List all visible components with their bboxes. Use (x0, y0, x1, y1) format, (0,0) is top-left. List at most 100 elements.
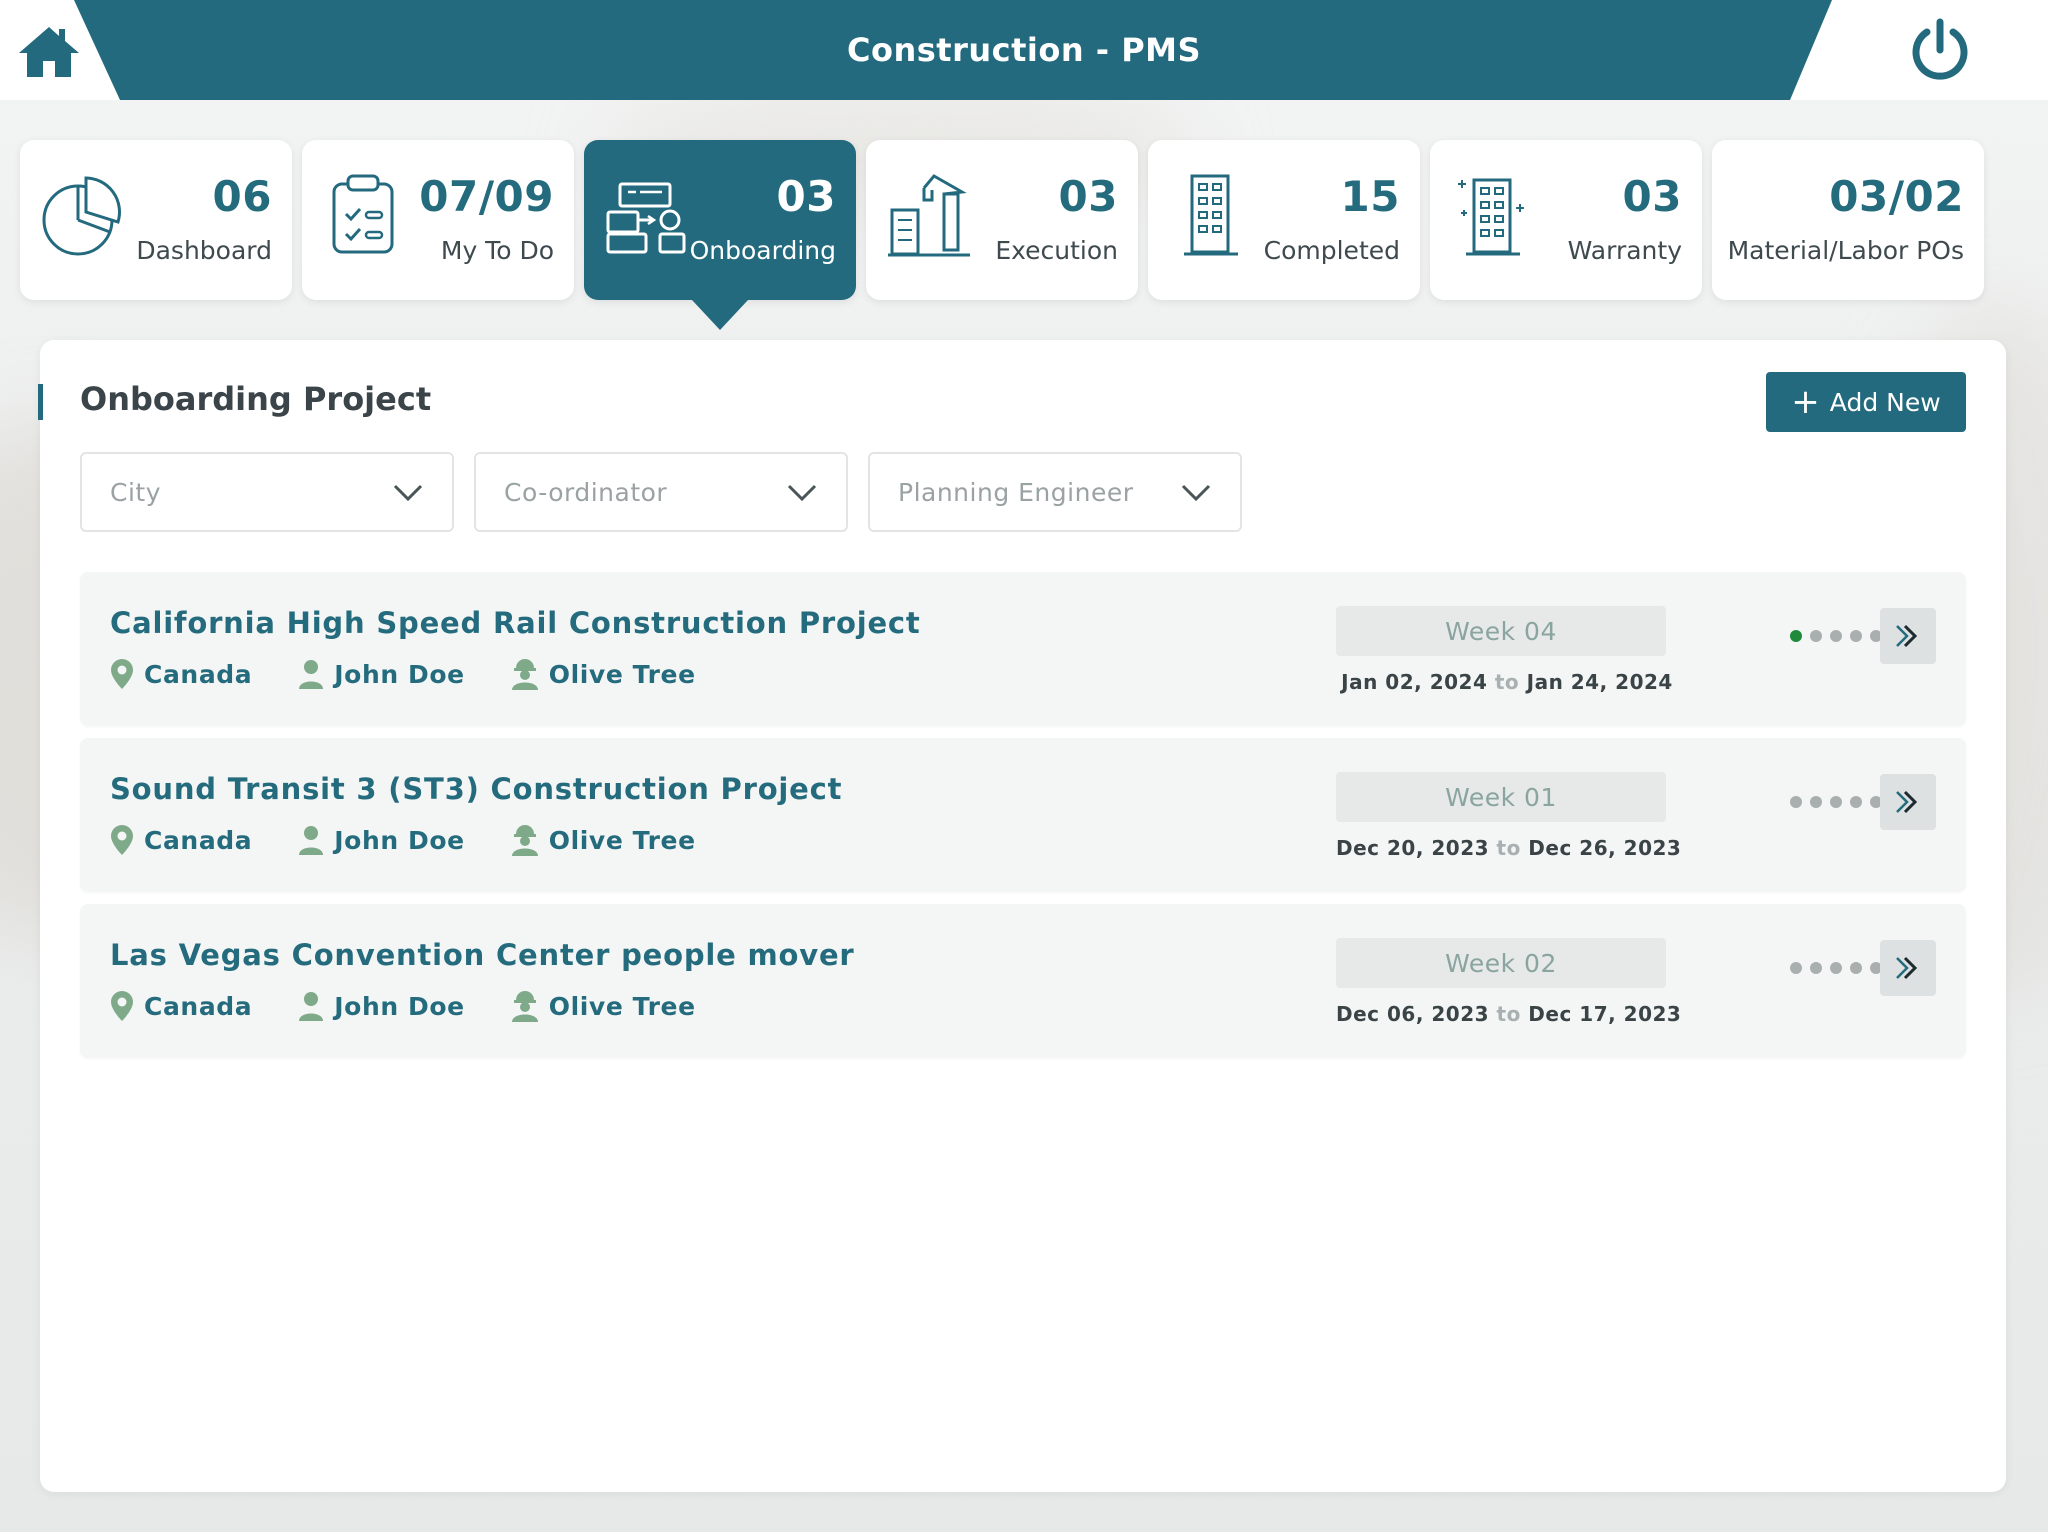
project-name: Sound Transit 3 (ST3) Construction Proje… (110, 772, 843, 806)
onboarding-panel: Onboarding Project + Add New City Co-ord… (38, 340, 2006, 1492)
engineer-value: Olive Tree (548, 659, 696, 689)
end-date: Dec 17, 2023 (1528, 1002, 1682, 1026)
progress-dot (1830, 962, 1842, 974)
progress-dots (1790, 962, 1882, 974)
tab-completed[interactable]: 15 Completed (1148, 140, 1420, 300)
project-row[interactable]: Las Vegas Convention Center people mover… (80, 904, 1966, 1058)
building-icon (1184, 174, 1238, 256)
tab-label: Onboarding (689, 236, 836, 265)
week-badge: Week 02 (1336, 938, 1666, 988)
progress-dot (1810, 962, 1822, 974)
power-button[interactable] (1908, 16, 1972, 84)
home-button[interactable] (14, 20, 84, 82)
progress-dot (1810, 630, 1822, 642)
date-separator: to (1496, 836, 1521, 860)
city-value: Canada (144, 991, 253, 1021)
project-row[interactable]: California High Speed Rail Construction … (80, 572, 1966, 726)
end-date: Dec 26, 2023 (1528, 836, 1682, 860)
progress-dot (1790, 796, 1802, 808)
open-project-button[interactable] (1880, 608, 1936, 664)
home-icon (19, 27, 79, 77)
progress-dot (1790, 962, 1802, 974)
progress-dot (1810, 796, 1822, 808)
engineer-meta: Olive Tree (511, 658, 696, 690)
user-icon (299, 992, 324, 1021)
location-pin-icon (111, 825, 133, 855)
date-range: Dec 20, 2023 to Dec 26, 2023 (1336, 836, 1682, 860)
onboarding-workflow-icon (606, 182, 686, 254)
city-meta: Canada (110, 658, 252, 690)
tab-my-to-do[interactable]: 07/09 My To Do (302, 140, 574, 300)
user-icon (299, 826, 324, 855)
tab-material-labor-pos[interactable]: 03/02 Material/Labor POs (1712, 140, 1984, 300)
engineer-value: Olive Tree (548, 825, 696, 855)
location-pin-icon (111, 659, 133, 689)
progress-dot (1790, 630, 1802, 642)
building-sparkle-icon (1458, 178, 1524, 256)
title-accent-bar (38, 384, 43, 420)
plus-icon: + (1791, 382, 1820, 422)
planning-engineer-select[interactable]: Planning Engineer (868, 452, 1242, 532)
progress-dots (1790, 630, 1882, 642)
tab-warranty[interactable]: 03 Warranty (1430, 140, 1702, 300)
city-value: Canada (144, 659, 253, 689)
double-chevron-right-icon (1896, 790, 1918, 814)
coordinator-meta: John Doe (298, 659, 464, 689)
engineer-icon (511, 825, 538, 856)
end-date: Jan 24, 2024 (1526, 670, 1673, 694)
project-name: California High Speed Rail Construction … (110, 606, 921, 640)
engineer-value: Olive Tree (548, 991, 696, 1021)
coordinator-select[interactable]: Co-ordinator (474, 452, 848, 532)
project-name: Las Vegas Convention Center people mover (110, 938, 855, 972)
pie-chart-icon (42, 176, 121, 256)
double-chevron-right-icon (1896, 624, 1918, 648)
coordinator-value: John Doe (334, 991, 465, 1021)
tab-execution[interactable]: 03 Execution (866, 140, 1138, 300)
user-icon (299, 660, 324, 689)
planning-engineer-placeholder: Planning Engineer (898, 478, 1134, 507)
city-select[interactable]: City (80, 452, 454, 532)
panel-title: Onboarding Project (80, 380, 432, 418)
city-placeholder: City (110, 478, 161, 507)
project-meta: Canada John Doe Olive Tree (110, 656, 742, 692)
start-date: Jan 02, 2024 (1341, 670, 1488, 694)
tab-label: My To Do (440, 236, 554, 265)
engineer-meta: Olive Tree (511, 824, 696, 856)
city-meta: Canada (110, 990, 252, 1022)
date-range: Dec 06, 2023 to Dec 17, 2023 (1336, 1002, 1682, 1026)
progress-dots (1790, 796, 1882, 808)
engineer-icon (511, 659, 538, 690)
tab-count: 03 (1058, 172, 1118, 221)
tab-dashboard[interactable]: 06 Dashboard (20, 140, 292, 300)
open-project-button[interactable] (1880, 940, 1936, 996)
project-row[interactable]: Sound Transit 3 (ST3) Construction Proje… (80, 738, 1966, 892)
engineer-meta: Olive Tree (511, 990, 696, 1022)
tab-onboarding[interactable]: 03 Onboarding (584, 140, 856, 300)
tab-count: 03 (1622, 172, 1682, 221)
coordinator-value: John Doe (334, 659, 465, 689)
app-title: Construction - PMS (846, 31, 1202, 69)
chevron-down-icon (393, 484, 423, 502)
project-meta: Canada John Doe Olive Tree (110, 988, 742, 1024)
open-project-button[interactable] (1880, 774, 1936, 830)
city-meta: Canada (110, 824, 252, 856)
power-icon (1912, 18, 1968, 80)
progress-dot (1850, 796, 1862, 808)
progress-dot (1850, 962, 1862, 974)
chevron-down-icon (787, 484, 817, 502)
add-new-button[interactable]: + Add New (1766, 372, 1966, 432)
project-meta: Canada John Doe Olive Tree (110, 822, 742, 858)
date-range: Jan 02, 2024 to Jan 24, 2024 (1336, 670, 1678, 694)
tab-count: 03 (776, 172, 836, 221)
top-bar: Construction - PMS (0, 0, 2048, 100)
clipboard-checklist-icon (332, 174, 394, 254)
coordinator-placeholder: Co-ordinator (504, 478, 668, 507)
date-separator: to (1496, 1002, 1521, 1026)
tab-label: Execution (995, 236, 1118, 265)
tab-label: Completed (1263, 236, 1400, 265)
coordinator-meta: John Doe (298, 825, 464, 855)
progress-dot (1850, 630, 1862, 642)
location-pin-icon (111, 991, 133, 1021)
coordinator-value: John Doe (334, 825, 465, 855)
coordinator-meta: John Doe (298, 991, 464, 1021)
